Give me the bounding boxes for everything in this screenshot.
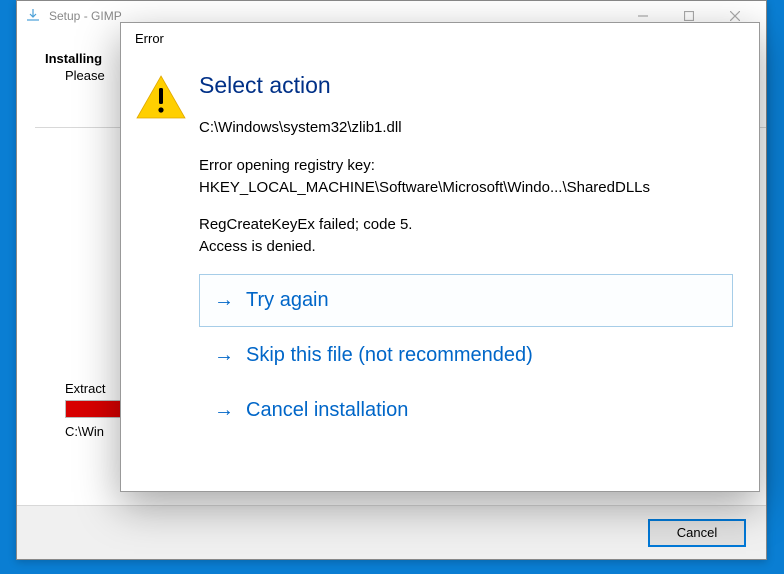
action-label: Skip this file (not recommended) [246,344,533,367]
action-try-again[interactable]: → Try again [199,274,733,327]
error-heading: Select action [199,72,733,99]
error-dialog: Error Select action C:\Windows\system32\… [120,22,760,492]
cancel-button[interactable]: Cancel [648,519,746,547]
error-content: Select action C:\Windows\system32\zlib1.… [199,72,733,439]
arrow-right-icon: → [214,289,234,312]
arrow-right-icon: → [214,399,234,422]
error-file-path: C:\Windows\system32\zlib1.dll [199,117,733,139]
action-label: Cancel installation [246,399,408,422]
error-message-2: RegCreateKeyEx failed; code 5. Access is… [199,214,733,258]
action-cancel-install[interactable]: → Cancel installation [199,384,733,437]
setup-title: Setup - GIMP [49,9,122,23]
bottom-bar: Cancel [17,505,766,559]
action-label: Try again [246,289,329,312]
warning-icon [135,72,187,439]
action-skip-file[interactable]: → Skip this file (not recommended) [199,329,733,382]
error-message-1: Error opening registry key: HKEY_LOCAL_M… [199,155,733,199]
error-title: Error [121,23,759,50]
installer-icon [25,8,41,24]
arrow-right-icon: → [214,344,234,367]
progress-fill [66,401,123,417]
